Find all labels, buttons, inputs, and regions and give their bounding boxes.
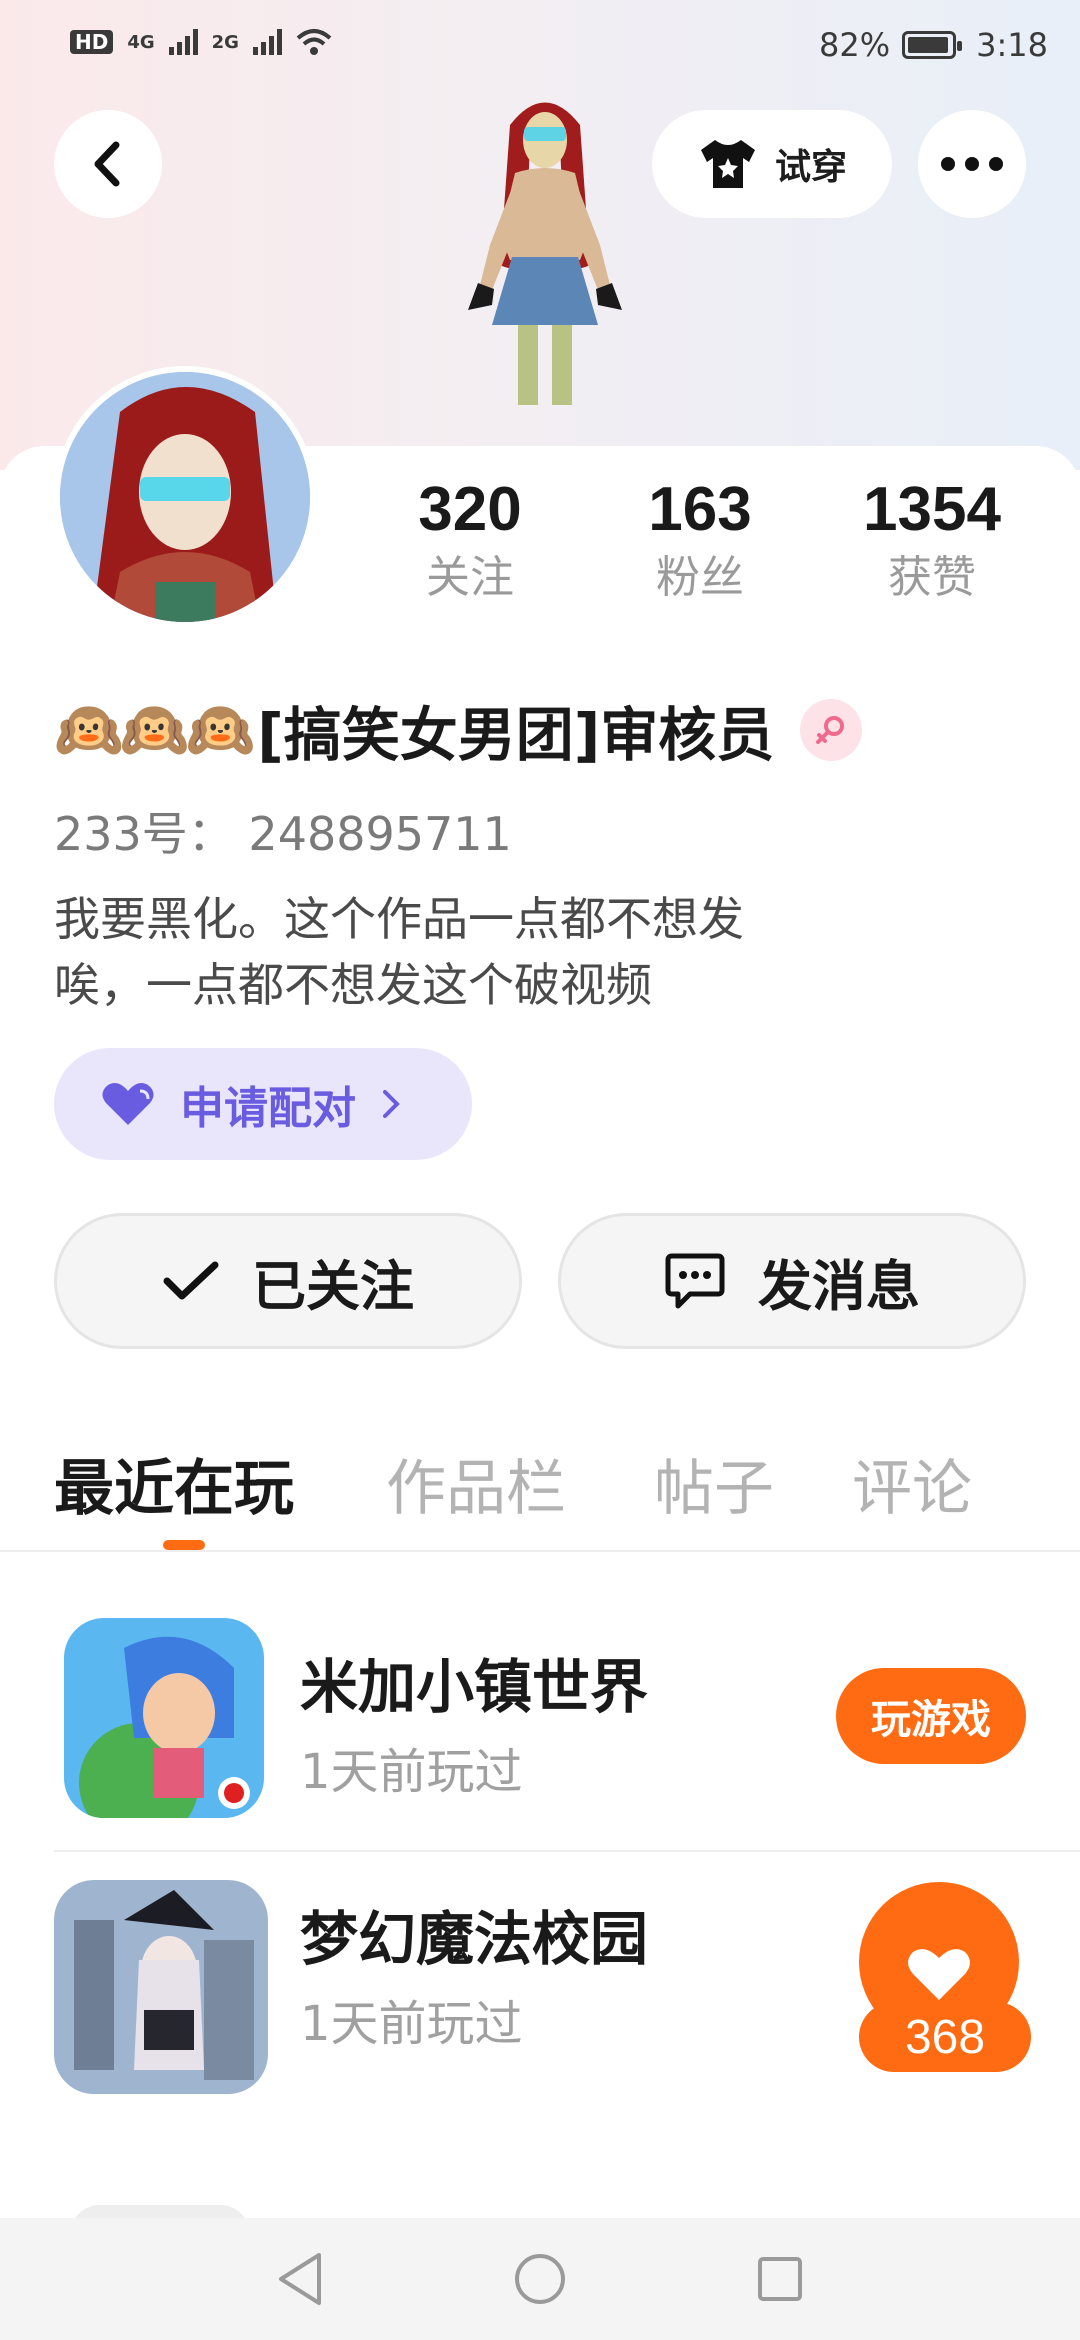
username-emoji: 🙉🙉🙉 bbox=[54, 698, 255, 763]
chevron-left-icon bbox=[94, 141, 120, 187]
signal-icon-2 bbox=[252, 29, 282, 55]
likes-stat[interactable]: 1354 获赞 bbox=[822, 470, 1042, 606]
like-button[interactable]: 368 bbox=[839, 1882, 1031, 2072]
system-nav-bar bbox=[0, 2218, 1080, 2340]
tab-indicator bbox=[163, 1540, 205, 1550]
status-bar: HD 4G 2G 82% 3:18 bbox=[0, 0, 1080, 92]
heart-icon bbox=[102, 1083, 154, 1125]
send-message-button[interactable]: 发消息 bbox=[558, 1213, 1026, 1349]
tshirt-icon bbox=[700, 140, 755, 188]
followers-stat[interactable]: 163 粉丝 bbox=[590, 470, 810, 606]
following-stat[interactable]: 320 关注 bbox=[360, 470, 580, 606]
followed-label: 已关注 bbox=[252, 1254, 414, 1318]
avatar[interactable] bbox=[54, 366, 316, 628]
battery-icon bbox=[902, 31, 963, 59]
more-button[interactable] bbox=[918, 110, 1026, 218]
play-game-button[interactable]: 玩游戏 bbox=[836, 1668, 1026, 1764]
chat-bubble-icon bbox=[665, 1253, 725, 1309]
likes-label: 获赞 bbox=[888, 552, 976, 603]
tab-recently-played[interactable]: 最近在玩 bbox=[54, 1440, 294, 1527]
username-row: 🙉🙉🙉 [搞笑女男团]审核员 bbox=[54, 690, 863, 770]
likes-count: 1354 bbox=[863, 475, 1001, 544]
game-last-played: 1天前玩过 bbox=[300, 1744, 523, 1800]
character-figure[interactable] bbox=[420, 85, 670, 445]
more-dots-icon bbox=[941, 157, 1003, 171]
wifi-icon bbox=[296, 29, 332, 55]
following-count: 320 bbox=[418, 475, 522, 544]
profile-stats: 320 关注 163 粉丝 1354 获赞 bbox=[360, 470, 1060, 620]
bio: 我要黑化。这个作品一点都不想发 唉，一点都不想发这个破视频 bbox=[54, 886, 954, 1018]
game-icon bbox=[64, 1618, 264, 1818]
game-name: 梦幻魔法校园 bbox=[300, 1905, 649, 1973]
bio-line-1: 我要黑化。这个作品一点都不想发 bbox=[54, 892, 744, 946]
user-id: 233号： 248895711 bbox=[54, 807, 512, 861]
chevron-right-icon bbox=[383, 1090, 400, 1118]
clock: 3:18 bbox=[976, 26, 1048, 64]
female-icon bbox=[800, 699, 863, 761]
tab-comments[interactable]: 评论 bbox=[852, 1440, 972, 1527]
triangle-back-icon bbox=[279, 2253, 321, 2305]
profile-tabs: 最近在玩 作品栏 帖子 评论 bbox=[0, 1430, 1080, 1552]
tab-works[interactable]: 作品栏 bbox=[386, 1440, 566, 1527]
try-on-label: 试穿 bbox=[774, 147, 847, 188]
followed-button[interactable]: 已关注 bbox=[54, 1213, 522, 1349]
battery-percent: 82% bbox=[819, 26, 891, 64]
game-last-played: 1天前玩过 bbox=[300, 1996, 523, 2052]
send-message-label: 发消息 bbox=[758, 1254, 920, 1318]
followers-label: 粉丝 bbox=[656, 552, 744, 603]
signal-icon bbox=[168, 29, 198, 55]
nav-home-button[interactable] bbox=[510, 2249, 570, 2309]
followers-count: 163 bbox=[648, 475, 752, 544]
request-pair-button[interactable]: 申请配对 bbox=[54, 1048, 472, 1160]
list-item[interactable]: 梦幻魔法校园 1天前玩过 368 bbox=[54, 1850, 1080, 2100]
try-on-button[interactable]: 试穿 bbox=[652, 110, 892, 218]
hd-badge: HD bbox=[70, 30, 114, 54]
bio-line-2: 唉，一点都不想发这个破视频 bbox=[54, 958, 652, 1012]
tab-posts[interactable]: 帖子 bbox=[654, 1440, 774, 1527]
username: [搞笑女男团]审核员 bbox=[257, 701, 775, 769]
sim1-label: 4G bbox=[127, 31, 155, 53]
following-label: 关注 bbox=[426, 552, 514, 603]
circle-home-icon bbox=[515, 2254, 565, 2304]
request-pair-label: 申请配对 bbox=[180, 1083, 356, 1134]
nav-back-button[interactable] bbox=[270, 2249, 330, 2309]
list-item[interactable]: 米加小镇世界 1天前玩过 玩游戏 bbox=[54, 1600, 1080, 1850]
game-name: 米加小镇世界 bbox=[300, 1653, 649, 1721]
nav-recents-button[interactable] bbox=[750, 2249, 810, 2309]
check-icon bbox=[163, 1261, 219, 1300]
like-count: 368 bbox=[859, 2002, 1031, 2072]
square-recents-icon bbox=[758, 2257, 802, 2301]
sim2-label: 2G bbox=[211, 31, 239, 53]
game-icon bbox=[54, 1880, 268, 2094]
back-button[interactable] bbox=[54, 110, 162, 218]
